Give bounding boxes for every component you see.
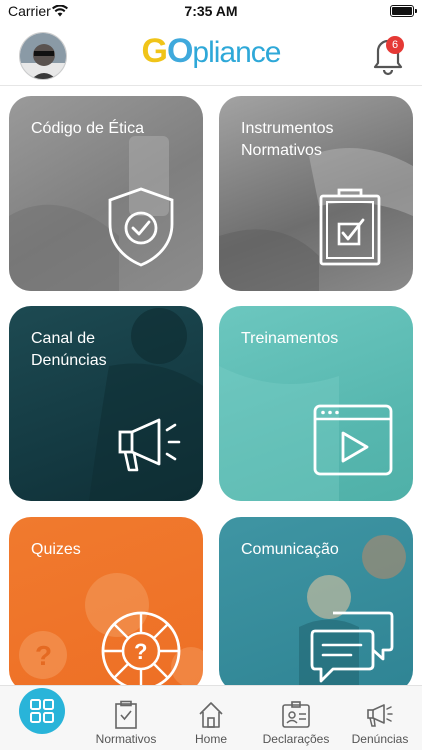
tile-label: Instrumentos Normativos [241, 120, 334, 159]
chat-bubbles-icon [310, 611, 394, 683]
tab-declaracoes[interactable]: Declarações [256, 700, 336, 746]
app-logo: GOpliance [0, 32, 422, 71]
tab-label: Normativos [95, 732, 157, 746]
tab-label: Declarações [262, 732, 330, 746]
svg-text:?: ? [35, 640, 52, 671]
battery-icon [390, 5, 417, 17]
logo-letter-o: O [166, 32, 193, 70]
tile-canal-de-denuncias[interactable]: Canal de Denúncias [9, 306, 203, 501]
tab-dashboard[interactable] [19, 688, 65, 734]
tab-denuncias[interactable]: Denúncias [340, 700, 420, 746]
clipboard-icon [115, 700, 137, 729]
video-play-icon [313, 404, 393, 476]
tab-home[interactable]: Home [171, 700, 251, 746]
bottom-tab-bar: Normativos Home Declarações Denúncias [0, 685, 422, 750]
logo-letter-g: G [141, 32, 168, 70]
shield-check-icon [108, 187, 174, 267]
notification-badge: 6 [386, 36, 404, 54]
grid-icon [30, 699, 54, 723]
tile-label: Canal de Denúncias [31, 330, 107, 369]
tile-label: Comunicação [241, 541, 339, 558]
megaphone-icon [118, 418, 181, 472]
tile-comunicacao[interactable]: Comunicação [219, 517, 413, 692]
tab-label: Home [194, 732, 227, 746]
quiz-wheel-icon: ? [101, 611, 181, 691]
id-card-icon [282, 701, 310, 728]
tile-label: Código de Ética [31, 120, 144, 137]
tile-label: Treinamentos [241, 330, 339, 347]
tile-quizes[interactable]: ? Quizes ? [9, 517, 203, 692]
tile-codigo-de-etica[interactable]: Código de Ética [9, 96, 203, 291]
logo-text: pliance [192, 36, 281, 69]
clock: 7:35 AM [184, 3, 238, 19]
clipboard-check-icon [319, 188, 381, 266]
tile-treinamentos[interactable]: Treinamentos [219, 306, 413, 501]
megaphone-icon [367, 704, 393, 727]
tile-label: Quizes [31, 541, 81, 558]
tab-normativos[interactable]: Normativos [86, 700, 166, 746]
app-header: GOpliance 6 [0, 24, 422, 86]
tab-label: Denúncias [351, 732, 409, 746]
status-bar: Carrier 7:35 AM [0, 0, 422, 24]
home-icon [199, 702, 223, 728]
svg-text:?: ? [134, 639, 147, 664]
tile-instrumentos-normativos[interactable]: Instrumentos Normativos [219, 96, 413, 291]
